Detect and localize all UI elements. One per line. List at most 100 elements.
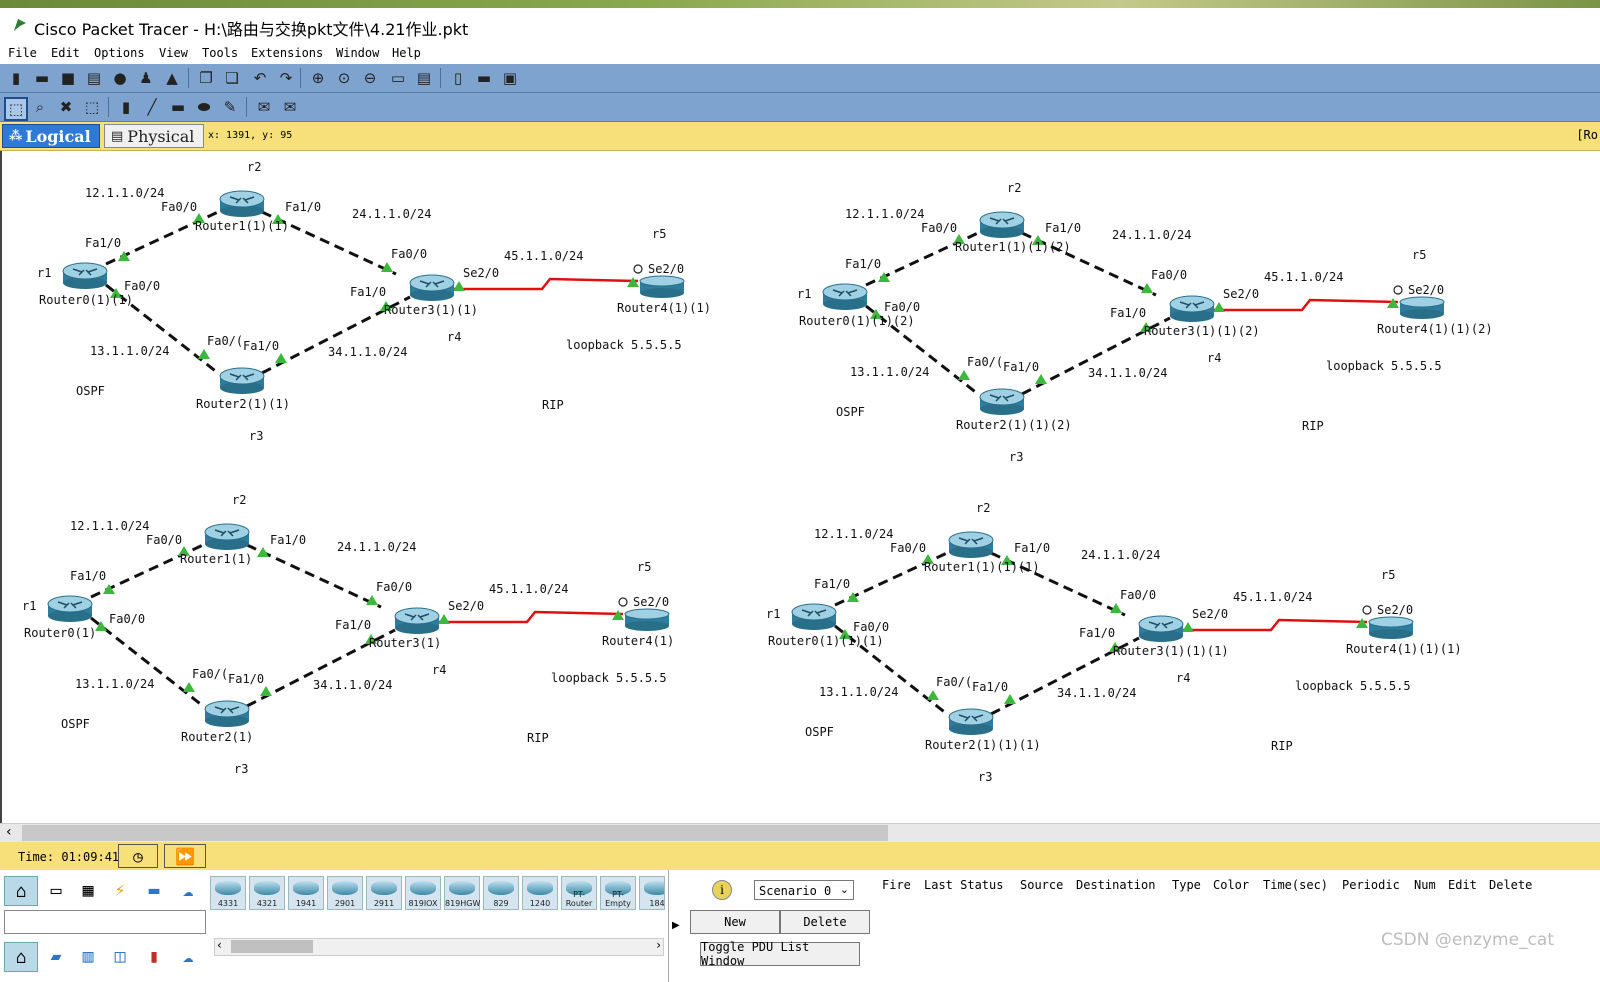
menu-extensions[interactable]: Extensions <box>251 46 323 60</box>
wan-emulation-icon[interactable]: ☁ <box>172 942 204 970</box>
scroll-thumb[interactable] <box>231 940 313 953</box>
router-r1-icon[interactable] <box>62 262 108 289</box>
device-4321[interactable]: 4321 <box>249 876 285 910</box>
info-icon[interactable]: ● <box>110 68 130 88</box>
scroll-right-icon[interactable]: › <box>656 938 661 952</box>
device-829[interactable]: 829 <box>483 876 519 910</box>
device-2911[interactable]: 2911 <box>366 876 402 910</box>
scroll-thumb[interactable] <box>22 825 888 841</box>
router-r2-icon[interactable] <box>948 531 994 558</box>
router-r5-icon[interactable] <box>1399 296 1445 319</box>
router-r2-icon[interactable] <box>219 190 265 217</box>
custom-device-icon[interactable]: ▤ <box>414 68 434 88</box>
network-wizard-icon[interactable]: ♟ <box>136 68 156 88</box>
delete-icon[interactable]: ✖ <box>56 97 76 117</box>
router-r2-icon[interactable] <box>204 523 250 550</box>
router-r5-icon[interactable] <box>624 608 670 631</box>
redo-icon[interactable]: ↷ <box>276 68 296 88</box>
router-r1-icon[interactable] <box>791 603 837 630</box>
power-cycle-button[interactable]: ◷ <box>118 844 158 868</box>
pdu-col-color[interactable]: Color <box>1213 878 1249 892</box>
serial-link[interactable] <box>454 277 639 291</box>
router-r5-icon[interactable] <box>639 275 685 298</box>
components-icon[interactable]: ▦ <box>72 876 104 904</box>
serial-link[interactable] <box>439 610 624 624</box>
ethernet-link[interactable] <box>90 616 204 708</box>
hubs-icon[interactable]: ▥ <box>72 942 104 970</box>
serial-link[interactable] <box>1214 298 1399 312</box>
menu-options[interactable]: Options <box>94 46 145 60</box>
device-list-scrollbar[interactable]: ‹ › <box>214 938 664 956</box>
device-819hgw[interactable]: 819HGW <box>444 876 480 910</box>
security-icon[interactable]: ▮ <box>138 942 170 970</box>
router-r1-icon[interactable] <box>822 283 868 310</box>
copy-icon[interactable]: ❐ <box>196 68 216 88</box>
drawing-palette-icon[interactable]: ▭ <box>388 68 408 88</box>
pdu-col-periodic[interactable]: Periodic <box>1342 878 1400 892</box>
scroll-left-icon[interactable]: ‹ <box>6 824 12 840</box>
device-1240[interactable]: 1240 <box>522 876 558 910</box>
router-r3-icon[interactable] <box>979 388 1025 415</box>
device-184x[interactable]: 184 <box>639 876 665 910</box>
toggle-pdu-list-button[interactable]: Toggle PDU List Window <box>700 940 860 968</box>
connections-icon[interactable]: ⚡ <box>104 876 136 904</box>
menu-help[interactable]: Help <box>392 46 421 60</box>
multiuser-icon[interactable]: ☁ <box>172 876 204 904</box>
pdu-col-fire[interactable]: Fire <box>882 878 911 892</box>
draw-ellipse-icon[interactable]: ⬬ <box>194 97 214 117</box>
menu-window[interactable]: Window <box>336 46 379 60</box>
draw-line-icon[interactable]: ╱ <box>142 97 162 117</box>
scenario-info-icon[interactable]: i <box>712 880 732 900</box>
device-1941[interactable]: 1941 <box>288 876 324 910</box>
router-r3-icon[interactable] <box>204 700 250 727</box>
menu-view[interactable]: View <box>159 46 188 60</box>
router-r4-icon[interactable] <box>1138 615 1184 642</box>
pdu-col-num[interactable]: Num <box>1414 878 1436 892</box>
router-r4-icon[interactable] <box>409 274 455 301</box>
router-r3-icon[interactable] <box>948 708 994 735</box>
device-search-input[interactable] <box>4 910 206 934</box>
print-icon[interactable]: ▤ <box>84 68 104 88</box>
tab-physical[interactable]: ▤ Physical <box>104 124 204 148</box>
resize-shape-icon[interactable]: ⬚ <box>82 97 102 117</box>
pdu-col-destination[interactable]: Destination <box>1076 878 1155 892</box>
draw-rectangle-icon[interactable]: ▬ <box>168 97 188 117</box>
expand-arrow-icon[interactable]: ▶ <box>672 920 680 931</box>
select-icon[interactable]: ⬚ <box>4 97 28 121</box>
device-2901[interactable]: 2901 <box>327 876 363 910</box>
router-r5-icon[interactable] <box>1368 616 1414 639</box>
activity-wizard-icon[interactable]: ▲ <box>162 68 182 88</box>
device-pt-empty[interactable]: PT-Empty <box>600 876 636 910</box>
menu-edit[interactable]: Edit <box>51 46 80 60</box>
router-r2-icon[interactable] <box>979 211 1025 238</box>
pdu-col-edit[interactable]: Edit <box>1448 878 1477 892</box>
pdu-col-source[interactable]: Source <box>1020 878 1063 892</box>
open-folder-icon[interactable]: ▬ <box>32 68 52 88</box>
pdu-col-time[interactable]: Time(sec) <box>1263 878 1328 892</box>
routers-icon[interactable]: ⌂ <box>4 942 38 972</box>
device-819iox[interactable]: 819IOX <box>405 876 441 910</box>
add-complex-pdu-icon[interactable]: ✉ <box>280 97 300 117</box>
router-r4-icon[interactable] <box>1169 295 1215 322</box>
delete-scenario-button[interactable]: Delete <box>780 910 870 934</box>
add-simple-pdu-icon[interactable]: ✉ <box>254 97 274 117</box>
inspect-icon[interactable]: ⌕ <box>30 97 50 117</box>
new-scenario-button[interactable]: New <box>690 910 780 934</box>
viewport-icon[interactable]: ▣ <box>500 68 520 88</box>
pdu-col-type[interactable]: Type <box>1172 878 1201 892</box>
serial-link[interactable] <box>1183 618 1368 632</box>
switches-icon[interactable]: ▰ <box>40 942 72 970</box>
menu-tools[interactable]: Tools <box>202 46 238 60</box>
save-icon[interactable]: ■ <box>58 68 78 88</box>
paste-icon[interactable]: ❏ <box>222 68 242 88</box>
router-r4-icon[interactable] <box>394 607 440 634</box>
freeform-icon[interactable]: ✎ <box>220 97 240 117</box>
tab-logical[interactable]: ⁂ Logical <box>2 124 100 148</box>
miscellaneous-icon[interactable]: ▬ <box>138 876 170 904</box>
fast-forward-button[interactable]: ⏩ <box>164 844 206 868</box>
logical-workspace-canvas[interactable]: r1 r2 r3 r4 r5 12.1.1.0/24 24.1.1.0/24 13.1.1.0… <box>0 151 1600 823</box>
wireless-devices-icon[interactable]: ◫ <box>104 942 136 970</box>
zoom-out-icon[interactable]: ⊖ <box>360 68 380 88</box>
device-pt-router[interactable]: PT-Router <box>561 876 597 910</box>
scroll-left-icon[interactable]: ‹ <box>217 938 222 952</box>
